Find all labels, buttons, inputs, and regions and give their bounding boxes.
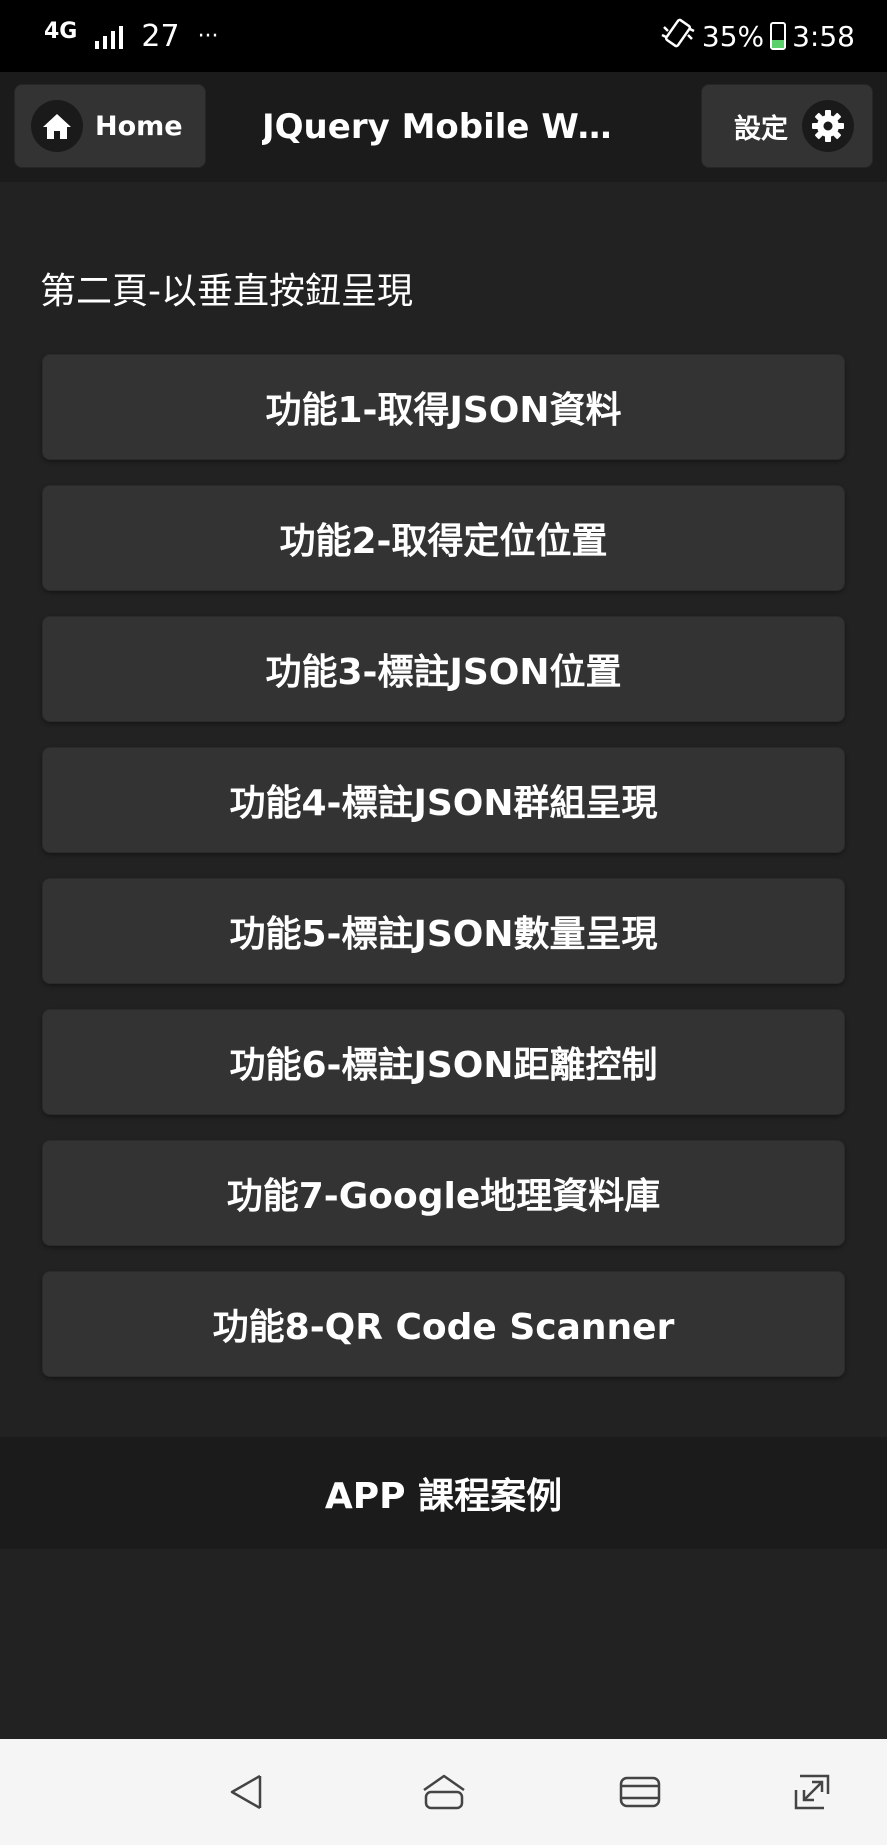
signal-icon <box>95 23 124 49</box>
feature-3-button[interactable]: 功能3-標註JSON位置 <box>42 616 845 722</box>
gear-icon <box>802 100 854 152</box>
status-bar: 4G 27 ··· 35% 3:58 <box>0 0 887 72</box>
feature-8-button[interactable]: 功能8-QR Code Scanner <box>42 1271 845 1377</box>
clock: 3:58 <box>792 19 855 53</box>
recents-icon[interactable] <box>614 1766 666 1818</box>
feature-4-button[interactable]: 功能4-標註JSON群組呈現 <box>42 747 845 853</box>
feature-6-button[interactable]: 功能6-標註JSON距離控制 <box>42 1009 845 1115</box>
feature-7-button[interactable]: 功能7-Google地理資料庫 <box>42 1140 845 1246</box>
more-notifications: ··· <box>197 23 219 49</box>
home-nav-icon[interactable] <box>418 1766 470 1818</box>
home-button[interactable]: Home <box>14 84 206 168</box>
expand-icon[interactable] <box>786 1766 838 1818</box>
battery-percent: 35% <box>701 19 765 53</box>
home-label: Home <box>95 110 183 142</box>
home-icon <box>31 100 83 152</box>
page-heading: 第二頁-以垂直按鈕呈現 <box>40 271 413 312</box>
settings-label: 設定 <box>734 113 788 145</box>
page-title: JQuery Mobile We... <box>262 107 632 147</box>
settings-button[interactable]: 設定 <box>701 84 873 168</box>
feature-button-list: 功能1-取得JSON資料 功能2-取得定位位置 功能3-標註JSON位置 功能4… <box>42 354 845 1402</box>
signal-count: 27 <box>141 18 180 54</box>
network-type: 4G <box>44 19 78 44</box>
vibrate-icon <box>660 15 696 58</box>
app-header: Home JQuery Mobile We... 設定 <box>0 72 887 182</box>
footer-title: APP 課程案例 <box>324 1476 563 1517</box>
system-nav-bar <box>0 1739 887 1845</box>
status-right: 35% 3:58 <box>660 16 855 56</box>
app-footer: APP 課程案例 <box>0 1437 887 1549</box>
feature-2-button[interactable]: 功能2-取得定位位置 <box>42 485 845 591</box>
battery-icon <box>770 22 787 50</box>
back-icon[interactable] <box>220 1766 272 1818</box>
feature-1-button[interactable]: 功能1-取得JSON資料 <box>42 354 845 460</box>
feature-5-button[interactable]: 功能5-標註JSON數量呈現 <box>42 878 845 984</box>
status-left: 4G 27 ··· <box>44 16 219 56</box>
